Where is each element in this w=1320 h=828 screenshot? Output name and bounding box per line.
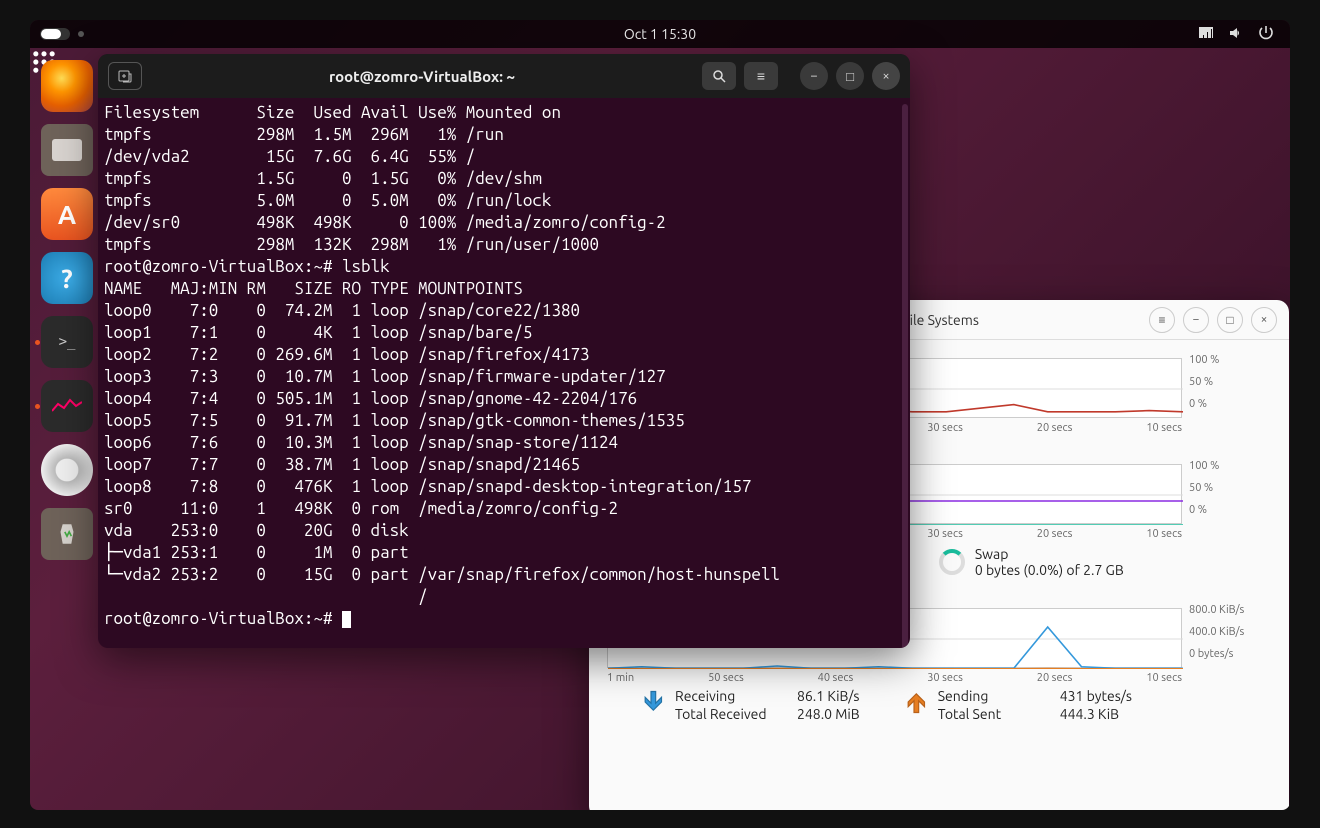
terminal-title: root@zomro-VirtualBox: ~ — [150, 68, 694, 85]
disk-icon[interactable] — [41, 444, 93, 496]
send-label: Sending — [938, 688, 1048, 704]
hamburger-menu-icon[interactable]: ≡ — [1149, 307, 1175, 333]
system-monitor-icon[interactable] — [41, 380, 93, 432]
maximize-button[interactable]: □ — [1217, 307, 1243, 333]
terminal-icon[interactable]: >_ Terminal — [41, 316, 93, 368]
power-icon[interactable] — [1258, 25, 1274, 44]
total-recv-label: Total Received — [675, 706, 785, 722]
download-arrow-icon — [637, 688, 665, 716]
close-button[interactable]: × — [1251, 307, 1277, 333]
top-bar: Oct 1 15:30 — [30, 20, 1290, 48]
terminal-output[interactable]: Filesystem Size Used Avail Use% Mounted … — [98, 98, 910, 634]
dock: A ? >_ Terminal — [36, 60, 98, 560]
scrollbar[interactable] — [902, 104, 908, 648]
trash-icon[interactable] — [41, 508, 93, 560]
network-icon[interactable] — [1198, 25, 1214, 44]
minimize-button[interactable]: − — [1183, 307, 1209, 333]
swap-donut — [939, 549, 965, 575]
search-button[interactable] — [702, 62, 736, 90]
terminal-headerbar: root@zomro-VirtualBox: ~ ≡ − □ × — [98, 54, 910, 98]
recv-label: Receiving — [675, 688, 785, 704]
total-sent-label: Total Sent — [938, 706, 1048, 722]
total-sent-value: 444.3 KiB — [1060, 706, 1132, 722]
new-tab-button[interactable] — [108, 62, 142, 90]
swap-label: Swap — [975, 546, 1124, 562]
close-button[interactable]: × — [872, 62, 900, 90]
firefox-icon[interactable] — [41, 60, 93, 112]
terminal-window: root@zomro-VirtualBox: ~ ≡ − □ × Filesys… — [98, 54, 910, 648]
workspace-dot — [78, 31, 84, 37]
recv-rate: 86.1 KiB/s — [797, 688, 860, 704]
maximize-button[interactable]: □ — [836, 62, 864, 90]
send-rate: 431 bytes/s — [1060, 688, 1132, 704]
sound-icon[interactable] — [1228, 25, 1244, 44]
upload-arrow-icon — [900, 688, 928, 716]
activities-pill[interactable] — [40, 28, 70, 40]
minimize-button[interactable]: − — [800, 62, 828, 90]
clock[interactable]: Oct 1 15:30 — [624, 26, 696, 42]
swap-value: 0 bytes (0.0%) of 2.7 GB — [975, 562, 1124, 578]
files-icon[interactable] — [41, 124, 93, 176]
help-icon[interactable]: ? — [41, 252, 93, 304]
hamburger-menu-button[interactable]: ≡ — [744, 62, 778, 90]
total-recv-value: 248.0 MiB — [797, 706, 860, 722]
software-icon[interactable]: A — [41, 188, 93, 240]
